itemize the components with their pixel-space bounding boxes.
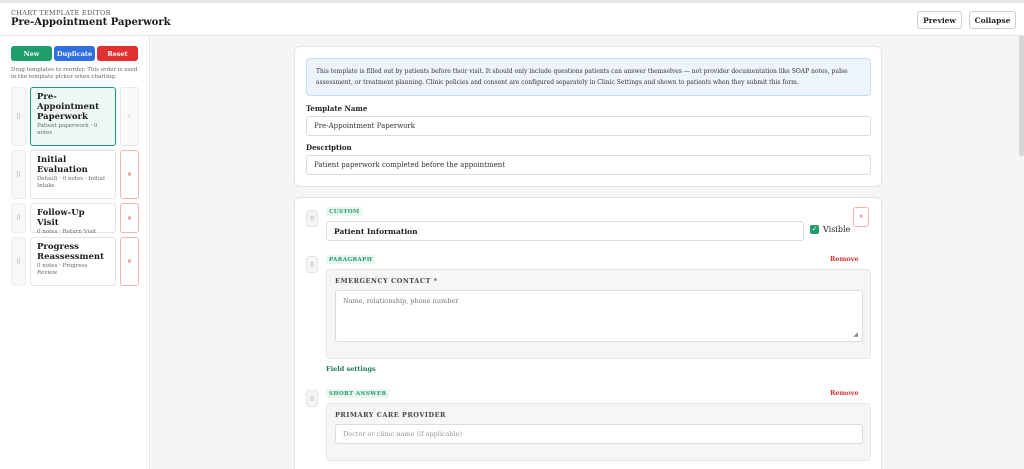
- template-meta: Default · 0 notes · Initial Intake: [37, 176, 105, 189]
- drag-handle-icon[interactable]: ⠿: [11, 87, 26, 146]
- delete-template-button[interactable]: ×: [120, 87, 139, 146]
- new-template-button[interactable]: New: [11, 46, 52, 61]
- field-placeholder-input[interactable]: Doctor or clinic name (if applicable): [335, 424, 863, 444]
- section-type-badge: CUSTOM: [326, 207, 363, 216]
- template-card-progress-reassessment[interactable]: Progress Reassessment 0 notes · Progress…: [30, 237, 116, 286]
- field-label: EMERGENCY CONTACT *: [335, 277, 438, 285]
- visible-toggle[interactable]: ✓ Visible: [810, 225, 850, 234]
- template-meta: Patient paperwork · 0 notes: [37, 123, 98, 136]
- drag-handle-icon[interactable]: ⠿: [11, 150, 26, 199]
- field-editor: PRIMARY CARE PROVIDER Doctor or clinic n…: [326, 403, 871, 461]
- section-title-input[interactable]: Patient Information: [326, 221, 804, 241]
- delete-template-button[interactable]: ×: [120, 237, 139, 286]
- drag-handle-icon[interactable]: ⠿: [306, 390, 318, 407]
- duplicate-template-button[interactable]: Duplicate: [54, 46, 95, 61]
- template-meta: 0 notes · Progress Review: [37, 263, 88, 276]
- preview-button[interactable]: Preview: [917, 11, 962, 29]
- field-type-badge: PARAGRAPH: [326, 255, 376, 264]
- template-name-input[interactable]: Pre-Appointment Paperwork: [306, 116, 871, 136]
- drag-handle-icon[interactable]: ⠿: [11, 237, 26, 286]
- reset-templates-button[interactable]: Reset: [97, 46, 138, 61]
- drag-handle-icon[interactable]: ⠿: [306, 256, 318, 273]
- template-name: Initial Evaluation: [37, 155, 88, 175]
- field-type-badge: SHORT ANSWER: [326, 389, 390, 398]
- template-row: ⠿ Follow-Up Visit 0 notes · Return Visit…: [11, 203, 139, 235]
- template-name: Pre-Appointment Paperwork: [37, 92, 99, 122]
- template-details-card: This template is filled out by patients …: [294, 46, 882, 187]
- drag-handle-icon[interactable]: ⠿: [306, 210, 318, 227]
- field-placeholder-textarea[interactable]: [335, 290, 863, 342]
- template-card-follow-up[interactable]: Follow-Up Visit 0 notes · Return Visit: [30, 203, 116, 235]
- template-name-label: Template Name: [306, 104, 368, 113]
- editor-header: CHART TEMPLATE EDITOR Pre-Appointment Pa…: [0, 0, 1024, 36]
- template-row: ⠿ Progress Reassessment 0 notes · Progre…: [11, 237, 139, 286]
- template-sidebar: New Duplicate Reset Drag templates to re…: [0, 36, 150, 469]
- editor-main: This template is filled out by patients …: [151, 36, 1024, 469]
- resize-grip-icon[interactable]: ◢: [853, 331, 858, 338]
- template-row: ⠿ Pre-Appointment Paperwork Patient pape…: [11, 87, 139, 146]
- fields-card: ⠿ CUSTOM Patient Information ✓ Visible ×…: [294, 197, 882, 469]
- template-card-initial-evaluation[interactable]: Initial Evaluation Default · 0 notes · I…: [30, 150, 116, 199]
- delete-template-button[interactable]: ×: [120, 203, 139, 233]
- field-editor: EMERGENCY CONTACT * ◢: [326, 269, 871, 359]
- drag-handle-icon[interactable]: ⠿: [11, 203, 26, 233]
- description-label: Description: [306, 143, 352, 152]
- template-row: ⠿ Initial Evaluation Default · 0 notes ·…: [11, 150, 139, 199]
- template-meta: 0 notes · Return Visit: [37, 229, 97, 235]
- delete-section-button[interactable]: ×: [853, 207, 869, 227]
- visible-label: Visible: [823, 225, 851, 234]
- delete-template-button[interactable]: ×: [120, 150, 139, 199]
- collapse-button[interactable]: Collapse: [969, 11, 1016, 29]
- remove-field-button[interactable]: Remove: [830, 389, 859, 397]
- header-eyebrow: CHART TEMPLATE EDITOR: [11, 9, 111, 17]
- reorder-hint: Drag templates to reorder. This order is…: [11, 67, 138, 80]
- page-scrollbar[interactable]: [1019, 36, 1024, 156]
- description-input[interactable]: Patient paperwork completed before the a…: [306, 155, 871, 175]
- template-name: Follow-Up Visit: [37, 208, 85, 228]
- template-name: Progress Reassessment: [37, 242, 105, 262]
- template-card-pre-appointment[interactable]: Pre-Appointment Paperwork Patient paperw…: [30, 87, 116, 146]
- field-label: PRIMARY CARE PROVIDER: [335, 411, 446, 419]
- checkmark-icon[interactable]: ✓: [810, 225, 819, 234]
- field-settings-link[interactable]: Field settings: [326, 365, 376, 373]
- remove-field-button[interactable]: Remove: [830, 255, 859, 263]
- page-title: Pre-Appointment Paperwork: [11, 17, 171, 28]
- paperwork-notice: This template is filled out by patients …: [306, 58, 871, 96]
